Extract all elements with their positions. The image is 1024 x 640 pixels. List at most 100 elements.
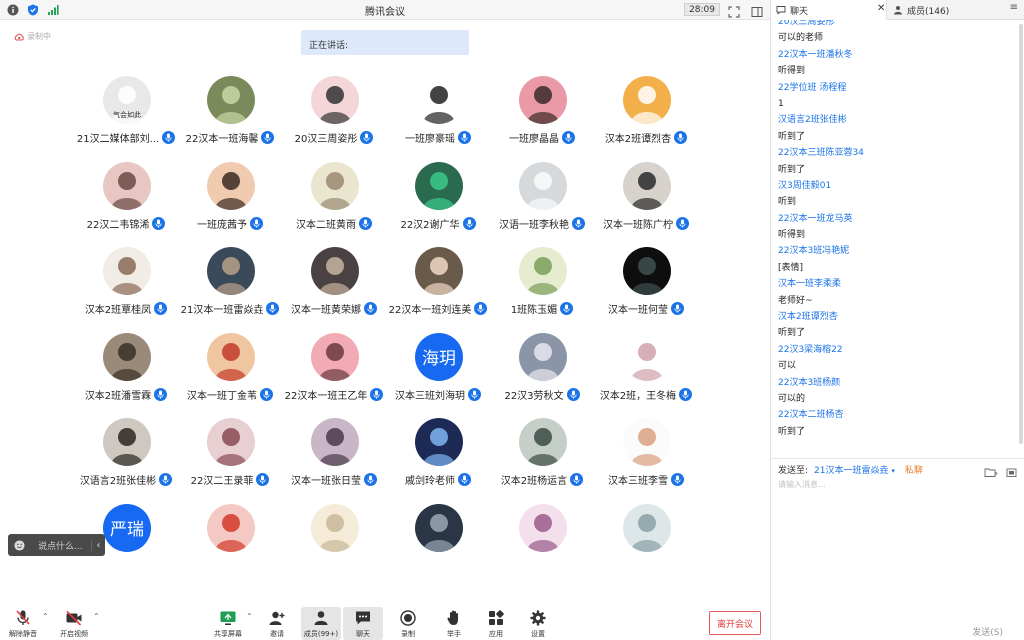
participant-tile[interactable]: 汉本2班潘雪霖 (74, 332, 178, 419)
participant-avatar (519, 247, 567, 295)
quick-chat-placeholder[interactable]: 说点什么... (30, 539, 91, 552)
participant-tile[interactable] (594, 503, 698, 590)
participant-name: 汉本一班张日莹 (291, 476, 361, 487)
participant-tile[interactable]: 一班廖晶晶 (490, 76, 594, 162)
participant-name: 汉本2班覃桂凤 (84, 305, 152, 316)
participant-name: 汉本一班丁金苇 (187, 390, 257, 402)
apps-button[interactable]: 应用 (476, 607, 516, 640)
tab-chat[interactable]: 聊天 (771, 0, 887, 20)
participant-tile[interactable] (178, 503, 282, 590)
share-options-chevron-icon[interactable]: ⌃ (246, 612, 253, 621)
chat-scrollbar[interactable] (1019, 24, 1023, 444)
speaking-indicator: 正在讲话: (301, 30, 469, 55)
mute-options-chevron-icon[interactable]: ⌃ (42, 612, 49, 621)
participant-tile[interactable]: 海玥 汉本三班刘海玥 (386, 332, 490, 419)
chat-message-text: 老师好~ (778, 295, 813, 306)
participant-tile[interactable]: 1班陈玉媚 (490, 247, 594, 333)
participant-tile[interactable]: 汉本一班何莹 (594, 247, 698, 333)
participant-avatar (623, 161, 671, 210)
chat-sender-name: 汉本一班李柔柔 (778, 279, 842, 290)
screenshot-icon[interactable] (1006, 463, 1017, 482)
participant-tile[interactable]: 汉本一班黄荣娜 (282, 247, 386, 333)
quick-chat-box[interactable]: 说点什么... ‹ (8, 534, 105, 556)
chat-input-area: 发送至: 21汉本一班雷焱垚 ▾ 私聊 请输入消息... 发送(S) (771, 458, 1024, 640)
dropdown-caret-icon: ▾ (891, 467, 895, 475)
participant-name: 汉语言2班张佳彬 (79, 476, 157, 487)
participant-row: 22汉二韦锦浠 一班庞茜予 汉本二班黄雨 22汉2谢广华 汉语一班李秋艳 汉本一班陈广柠 (74, 161, 698, 248)
send-button[interactable]: 发送(S) (972, 625, 1003, 638)
participant-name: 汉本二班黄雨 (296, 219, 356, 231)
tab-members[interactable]: 成员(146) (891, 0, 949, 20)
participant-tile[interactable]: 汉本二班黄雨 (282, 161, 386, 248)
mute-button[interactable]: 解除静音 (3, 607, 43, 640)
participant-tile[interactable]: 21汉本一班雷焱垚 (178, 247, 282, 333)
participant-tile[interactable]: 一班庞茜予 (178, 161, 282, 248)
participant-tile[interactable]: 22汉2谢广华 (386, 161, 490, 248)
participant-tile[interactable]: 汉语一班李秋艳 (490, 161, 594, 248)
meeting-timer: 28:09 (684, 3, 720, 16)
participant-tile[interactable] (386, 503, 490, 590)
participant-tile[interactable]: 戚剑玲老师 (386, 418, 490, 504)
leave-meeting-button[interactable]: 离开会议 (709, 611, 761, 635)
sidebar-toggle-icon[interactable] (751, 3, 765, 17)
panel-menu-icon[interactable]: ≡ (1010, 2, 1018, 13)
participant-tile[interactable]: 22汉二王录菲 (178, 418, 282, 504)
participant-name-row: 汉本一班陈广柠 (574, 216, 718, 231)
participant-tile[interactable]: 汉本一班张日莹 (282, 418, 386, 504)
participant-tile[interactable]: 22汉3劳秋文 (490, 332, 594, 419)
share-screen-button[interactable]: 共享屏幕 (208, 607, 248, 640)
settings-button[interactable]: 设置 (518, 607, 558, 640)
participant-tile[interactable]: 22汉二韦锦浠 (74, 161, 178, 248)
participant-tile[interactable]: 汉本2班谭烈杏 (594, 76, 698, 162)
share-screen-icon (220, 611, 236, 625)
participant-avatar (311, 418, 359, 466)
participant-name: 一班廖晶晶 (509, 134, 559, 145)
participant-avatar (415, 76, 463, 124)
participant-tile[interactable]: 20汉三周姿彤 (282, 76, 386, 162)
close-chat-tab-icon[interactable]: ✕ (877, 3, 885, 14)
participant-tile[interactable]: 汉本三班李雪 (594, 418, 698, 504)
video-options-chevron-icon[interactable]: ⌃ (93, 612, 100, 621)
participant-tile[interactable]: 一班廖豪瑶 (386, 76, 490, 162)
participant-name: 汉本三班刘海玥 (395, 390, 465, 402)
raise-hand-button[interactable]: 举手 (434, 607, 474, 640)
participant-tile[interactable]: 汉本2班覃桂凤 (74, 247, 178, 333)
participant-tile[interactable] (282, 503, 386, 590)
meeting-toolbar: 解除静音 ⌃ 开启视频 ⌃ 共享屏幕 ⌃ 邀请 成员(99+) 聊天 录制 举手… (0, 607, 770, 640)
folder-icon[interactable] (984, 463, 998, 482)
chat-button[interactable]: 聊天 (343, 607, 383, 640)
participant-tile[interactable]: 汉本2班杨运言 (490, 418, 594, 504)
chat-message-text: 听到 (778, 197, 797, 208)
collapse-chevron-icon[interactable]: ‹ (91, 539, 105, 551)
participant-tile[interactable]: 22汉本一班海馨 (178, 76, 282, 162)
video-button[interactable]: 开启视频 (54, 607, 94, 640)
chat-message-text: 可以的老师 (778, 33, 824, 44)
participant-avatar (519, 76, 567, 124)
chat-message-list[interactable]: 20汉三周姿彤 可以的老师 22汉本一班潘秋冬 听得到 22学位班 汤程程 1 汉语言2班张… (771, 20, 1024, 458)
participant-tile[interactable]: 汉本一班陈广柠 (594, 161, 698, 248)
emoji-icon[interactable] (8, 534, 30, 556)
participant-row: 汉本2班覃桂凤 21汉本一班雷焱垚 汉本一班黄荣娜 22汉本一班刘连美 1班陈玉媚 汉本一… (74, 247, 698, 333)
record-button[interactable]: 录制 (388, 607, 428, 640)
chat-input[interactable]: 请输入消息... (778, 479, 826, 490)
chat-message-text: 可以的 (778, 393, 806, 404)
participant-tile[interactable]: 汉本2班，王冬梅 (594, 332, 698, 419)
invite-button[interactable]: 邀请 (257, 607, 297, 640)
participant-name: 汉本2班谭烈杏 (604, 134, 672, 145)
chat-message-text: 听到了 (778, 164, 806, 175)
send-to-label: 发送至: (778, 466, 809, 476)
participant-tile[interactable]: 汉语言2班张佳彬 (74, 418, 178, 504)
side-panel: 聊天 ✕ 成员(146) ≡ 20汉三周姿彤 可以的老师 22汉本一班潘秋冬 听得到 2… (770, 0, 1024, 640)
raise-hand-label: 举手 (447, 630, 461, 638)
recording-label: 录制中 (27, 32, 51, 41)
participant-tile[interactable]: 22汉本一班刘连美 (386, 247, 490, 333)
participant-tile[interactable]: 22汉本一班王乙年 (282, 332, 386, 419)
chat-label: 聊天 (356, 630, 370, 638)
participant-tile[interactable] (490, 503, 594, 590)
participant-tile[interactable]: 气会如此 21汉二媒体部刘... (74, 76, 178, 162)
members-button[interactable]: 成员(99+) (301, 607, 341, 640)
fullscreen-icon[interactable] (728, 3, 742, 18)
send-to-target-dropdown[interactable]: 21汉本一班雷焱垚 ▾ (814, 463, 895, 476)
participant-tile[interactable]: 汉本一班丁金苇 (178, 332, 282, 419)
participant-avatar (103, 332, 151, 381)
